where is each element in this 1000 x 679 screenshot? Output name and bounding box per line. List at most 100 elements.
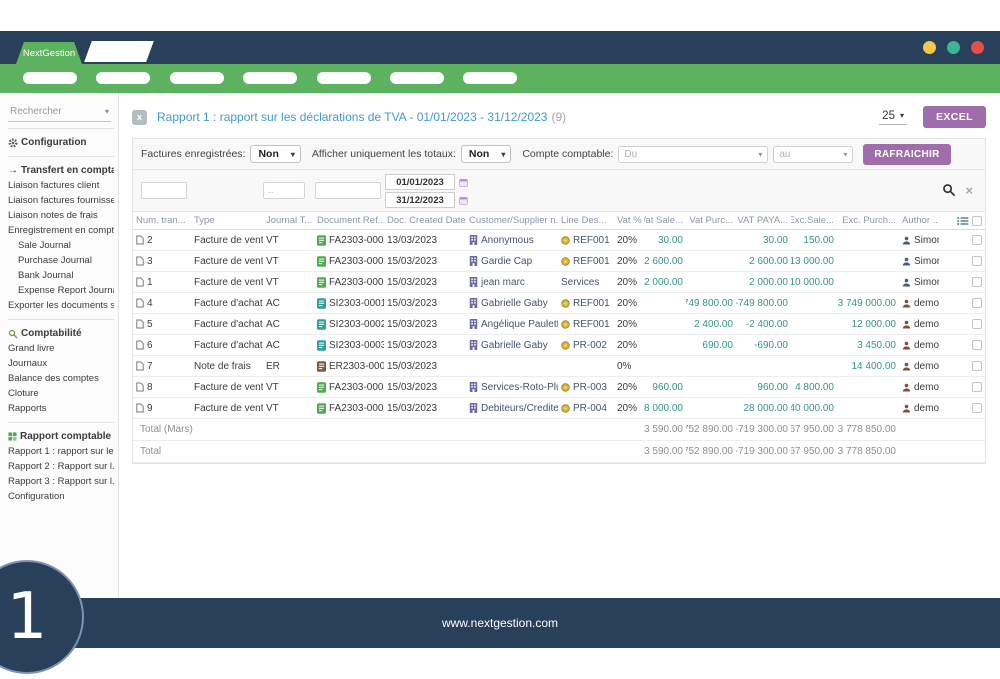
nav-pill[interactable] xyxy=(317,72,371,84)
registered-select[interactable]: Non▾ xyxy=(250,145,300,163)
line-desc-cell[interactable]: Services xyxy=(558,277,614,288)
nav-pill[interactable] xyxy=(243,72,297,84)
table-row[interactable]: 5 Facture d'achat AC SI2303-0002 15/03/2… xyxy=(133,314,985,335)
line-desc-cell[interactable]: REF001 xyxy=(558,319,614,330)
col-header[interactable]: Line Des... xyxy=(558,215,614,226)
col-header[interactable]: Customer/Supplier n... xyxy=(466,215,558,226)
customer-cell[interactable]: Services-Roto-Plus xyxy=(466,382,558,393)
row-checkbox[interactable] xyxy=(972,403,982,413)
row-checkbox[interactable] xyxy=(972,298,982,308)
sidebar-item[interactable]: Configuration xyxy=(8,489,114,504)
sidebar-item[interactable]: Rapport 3 : Rapport sur l... xyxy=(8,474,114,489)
sidebar-item[interactable]: Journaux xyxy=(8,356,114,371)
line-desc-cell[interactable]: REF001 xyxy=(558,256,614,267)
col-header-sorted[interactable]: Doc. Created Date▼ xyxy=(384,215,466,226)
docref-filter-input[interactable] xyxy=(315,182,381,199)
table-row[interactable]: 1 Facture de vente VT FA2303-0003 15/03/… xyxy=(133,272,985,293)
table-row[interactable]: 3 Facture de vente VT FA2303-0002 15/03/… xyxy=(133,251,985,272)
sidebar-item[interactable]: Rapport 1 : rapport sur le... xyxy=(8,444,114,459)
date-from-input[interactable]: 01/01/2023 xyxy=(385,174,455,190)
excel-export-button[interactable]: EXCEL xyxy=(923,106,986,128)
date-to-input[interactable]: 31/12/2023 xyxy=(385,192,455,208)
document-ref-cell[interactable]: SI2303-0001 xyxy=(314,298,384,309)
col-header[interactable]: Exc.Sale... xyxy=(791,215,837,226)
document-ref-cell[interactable]: FA2303-0001 xyxy=(314,235,384,246)
search-icon[interactable] xyxy=(942,183,956,197)
col-header[interactable]: Document Ref... xyxy=(314,215,384,226)
table-row[interactable]: 7 Note de frais ER ER2303-0001 15/03/202… xyxy=(133,356,985,377)
sidebar-item[interactable]: →Transfert en compta... xyxy=(8,163,114,178)
document-ref-cell[interactable]: ER2303-0001 xyxy=(314,361,384,372)
line-desc-cell[interactable]: PR-002 xyxy=(558,340,614,351)
nav-pill[interactable] xyxy=(23,72,77,84)
nav-pill[interactable] xyxy=(170,72,224,84)
customer-cell[interactable]: Debiteurs/Crediteurs xyxy=(466,403,558,414)
calendar-icon[interactable] xyxy=(459,178,468,187)
nav-pill[interactable] xyxy=(463,72,517,84)
list-icon[interactable] xyxy=(957,216,969,226)
account-from-input[interactable]: Du▾ xyxy=(618,146,768,163)
line-desc-cell[interactable]: REF001 xyxy=(558,235,614,246)
col-header[interactable]: Vat Purc... xyxy=(686,215,736,226)
account-to-input[interactable]: au▾ xyxy=(773,146,853,163)
brand-tab[interactable]: NextGestion xyxy=(16,42,82,64)
row-checkbox[interactable] xyxy=(972,235,982,245)
col-header[interactable]: VAT PAYA... xyxy=(736,215,791,226)
sidebar-item[interactable]: Exporter les documents s... xyxy=(8,298,114,313)
sidebar-item[interactable]: Liaison factures fournisseur xyxy=(8,193,114,208)
document-ref-cell[interactable]: SI2303-0002 xyxy=(314,319,384,330)
row-checkbox[interactable] xyxy=(972,319,982,329)
document-ref-cell[interactable]: FA2303-0002 xyxy=(314,256,384,267)
customer-cell[interactable]: Gardie Cap xyxy=(466,256,558,267)
sidebar-item[interactable]: Liaison factures client xyxy=(8,178,114,193)
nav-pill[interactable] xyxy=(96,72,150,84)
journal-filter-input[interactable]: .. xyxy=(263,182,305,199)
sidebar-item[interactable]: Rapport comptable xyxy=(8,429,114,444)
customer-cell[interactable]: Gabrielle Gaby xyxy=(466,298,558,309)
document-ref-cell[interactable]: FA2303-0005 xyxy=(314,403,384,414)
calendar-icon[interactable] xyxy=(459,196,468,205)
document-ref-cell[interactable]: FA2303-0003 xyxy=(314,277,384,288)
col-header[interactable]: Type xyxy=(191,215,263,226)
col-header[interactable]: Vat Sale... xyxy=(644,215,686,226)
document-ref-cell[interactable]: FA2303-0004 xyxy=(314,382,384,393)
table-row[interactable]: 8 Facture de vente VT FA2303-0004 15/03/… xyxy=(133,377,985,398)
document-ref-cell[interactable]: SI2303-0003 xyxy=(314,340,384,351)
clear-filter-icon[interactable]: × xyxy=(965,184,973,197)
num-filter-input[interactable] xyxy=(141,182,187,199)
table-row[interactable]: 9 Facture de vente VT FA2303-0005 15/03/… xyxy=(133,398,985,419)
table-row[interactable]: 6 Facture d'achat AC SI2303-0003 15/03/2… xyxy=(133,335,985,356)
sidebar-item[interactable]: Cloture xyxy=(8,386,114,401)
sidebar-item[interactable]: Bank Journal xyxy=(8,268,114,283)
col-header[interactable]: Author ... xyxy=(899,215,939,226)
col-header[interactable]: Vat % xyxy=(614,215,644,226)
sidebar-search-select[interactable]: Rechercher ▾ xyxy=(8,103,111,122)
totals-only-select[interactable]: Non▾ xyxy=(461,145,511,163)
customer-cell[interactable]: Angélique Paulette xyxy=(466,319,558,330)
sidebar-item[interactable]: Purchase Journal xyxy=(8,253,114,268)
customer-cell[interactable]: Anonymous xyxy=(466,235,558,246)
sidebar-item[interactable]: Enregistrement en compt... xyxy=(8,223,114,238)
row-checkbox[interactable] xyxy=(972,382,982,392)
line-desc-cell[interactable]: PR-003 xyxy=(558,382,614,393)
row-checkbox[interactable] xyxy=(972,361,982,371)
col-header[interactable]: Journal T... xyxy=(263,215,314,226)
col-header[interactable]: Exc. Purch... xyxy=(837,215,899,226)
customer-cell[interactable]: jean marc xyxy=(466,277,558,288)
select-all-checkbox[interactable] xyxy=(972,216,982,226)
sidebar-item[interactable]: Comptabilité xyxy=(8,326,114,341)
row-checkbox[interactable] xyxy=(972,256,982,266)
table-row[interactable]: 4 Facture d'achat AC SI2303-0001 15/03/2… xyxy=(133,293,985,314)
sidebar-item[interactable]: Configuration xyxy=(8,135,114,150)
row-checkbox[interactable] xyxy=(972,277,982,287)
col-header[interactable]: Num. tran... xyxy=(133,215,191,226)
sidebar-item[interactable]: Balance des comptes xyxy=(8,371,114,386)
page-size-select[interactable]: 25▾ xyxy=(879,110,907,125)
line-desc-cell[interactable]: REF001 xyxy=(558,298,614,309)
table-row[interactable]: 2 Facture de vente VT FA2303-0001 13/03/… xyxy=(133,230,985,251)
sidebar-item[interactable]: Sale Journal xyxy=(8,238,114,253)
sidebar-item[interactable]: Rapports xyxy=(8,401,114,416)
sidebar-item[interactable]: Liaison notes de frais xyxy=(8,208,114,223)
sidebar-item[interactable]: Rapport 2 : Rapport sur l... xyxy=(8,459,114,474)
sidebar-item[interactable]: Grand livre xyxy=(8,341,114,356)
